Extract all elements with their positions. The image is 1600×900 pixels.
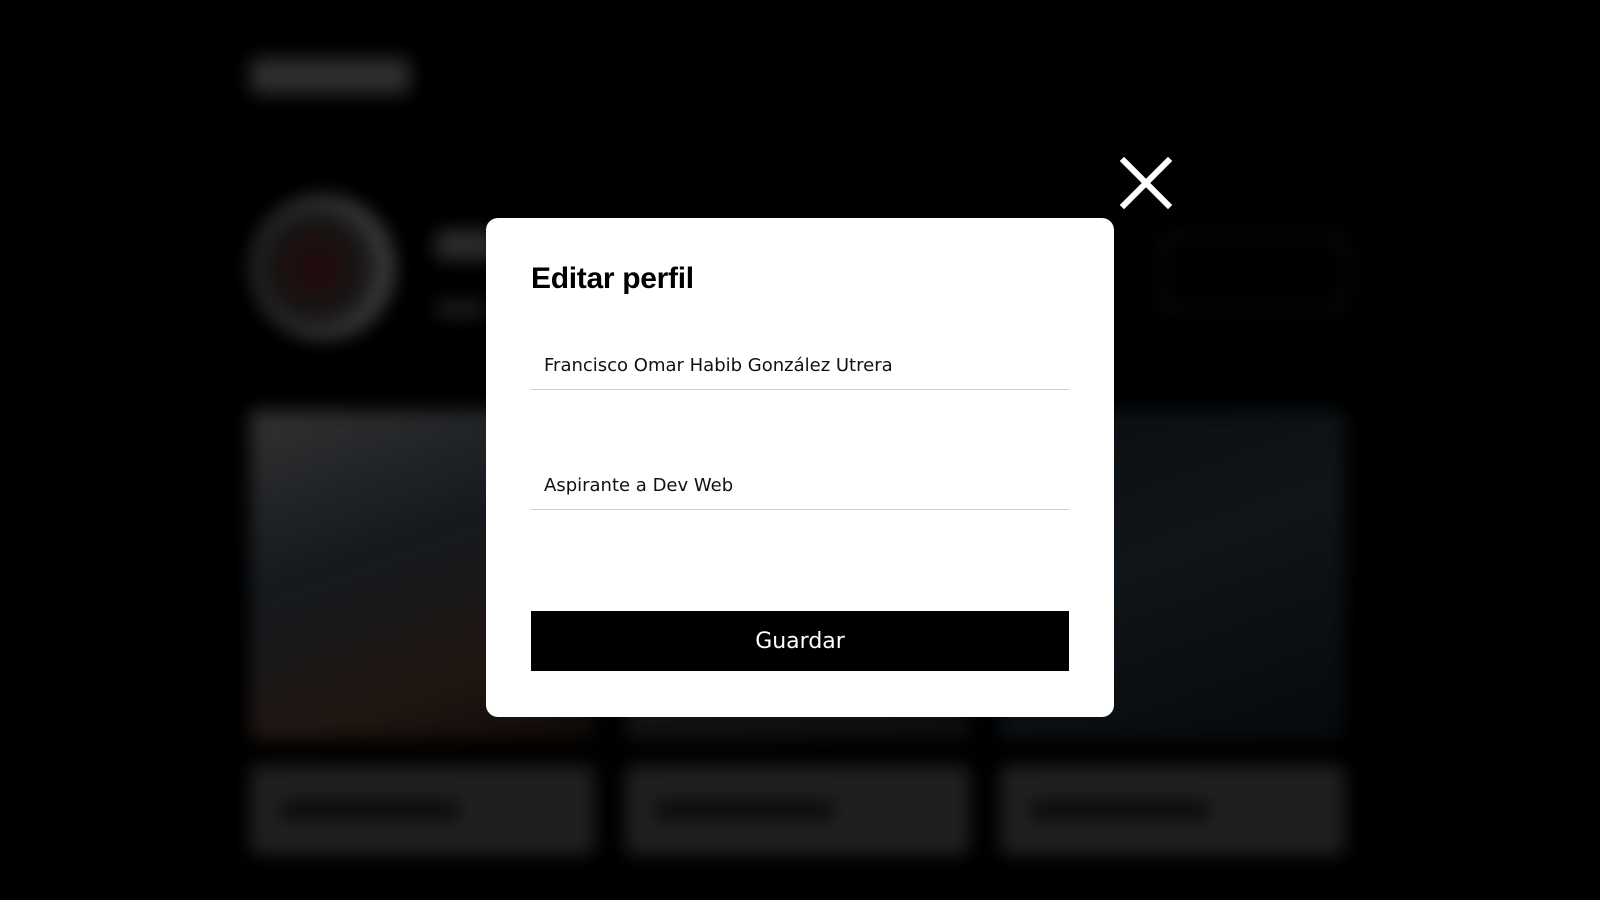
close-button[interactable] bbox=[1118, 155, 1174, 211]
name-field[interactable] bbox=[531, 342, 1069, 390]
bio-field[interactable] bbox=[531, 462, 1069, 510]
modal-title: Editar perfil bbox=[531, 262, 694, 295]
edit-profile-modal: Editar perfil Guardar bbox=[486, 218, 1114, 717]
close-icon bbox=[1119, 156, 1173, 210]
save-button[interactable]: Guardar bbox=[531, 611, 1069, 671]
name-field-wrapper bbox=[531, 342, 1069, 390]
bio-field-wrapper bbox=[531, 462, 1069, 510]
page: Editar perfil Guardar bbox=[0, 0, 1600, 900]
